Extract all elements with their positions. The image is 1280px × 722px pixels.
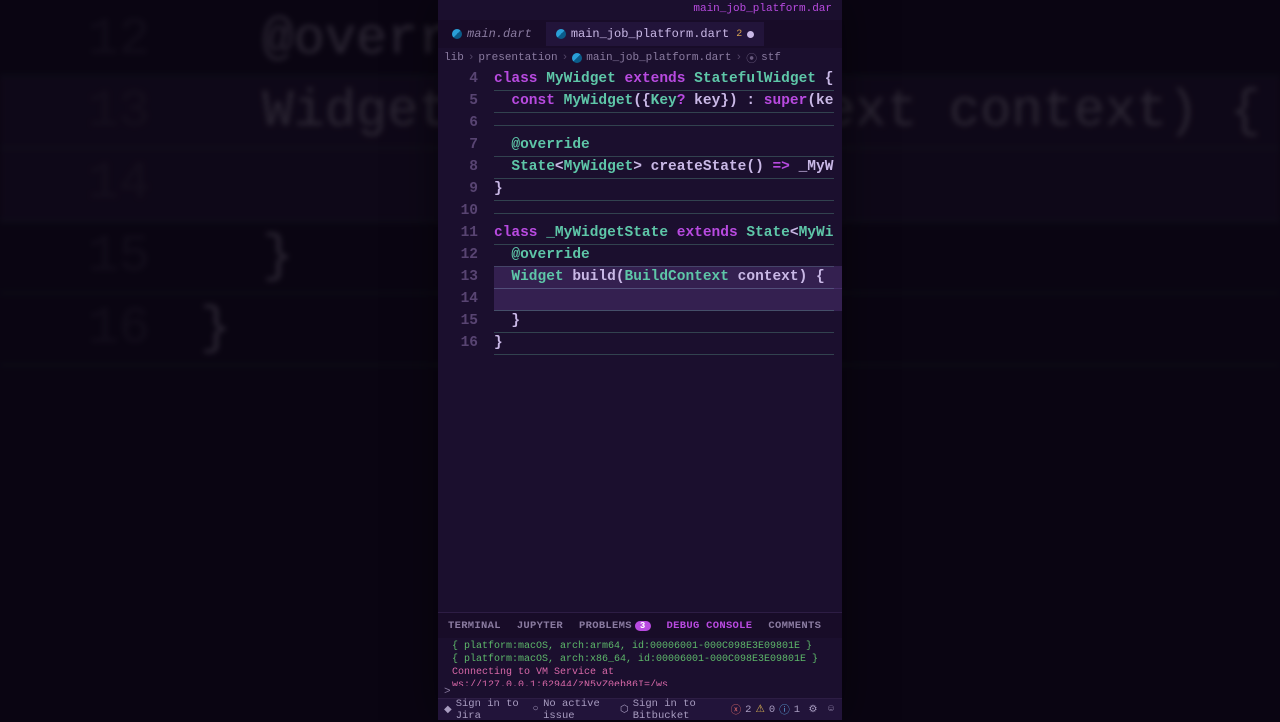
panel-tabs: TERMINAL JUPYTER PROBLEMS3 DEBUG CONSOLE COM…: [438, 612, 842, 638]
crumb-segment[interactable]: stf: [761, 52, 781, 64]
status-jira[interactable]: ◆ Sign in to Jira: [444, 698, 522, 722]
debug-console[interactable]: { platform:macOS, arch:arm64, id:0000600…: [438, 638, 842, 686]
line-number: 4: [438, 68, 494, 90]
panel-tab-terminal[interactable]: TERMINAL: [448, 620, 501, 632]
info-icon: ⓘ: [779, 702, 790, 717]
code-line[interactable]: 6: [438, 112, 842, 134]
code-line[interactable]: 15 }: [438, 310, 842, 332]
ide-window: main_job_platform.dar main.dart main_job_…: [438, 0, 842, 720]
warning-count: 0: [769, 704, 775, 716]
crumb-segment[interactable]: lib: [444, 52, 464, 64]
tab-main-dart[interactable]: main.dart: [442, 22, 542, 46]
editor-tabs: main.dart main_job_platform.dart 2: [438, 20, 842, 48]
symbol-icon: ⦿: [746, 50, 757, 66]
line-number: 14: [438, 288, 494, 310]
chevron-right-icon: ›: [735, 52, 742, 64]
feedback-icon[interactable]: ☺: [826, 705, 836, 715]
dart-icon: [556, 29, 566, 39]
line-number: 6: [438, 112, 494, 134]
jira-icon: ◆: [444, 705, 452, 715]
line-number: 15: [438, 310, 494, 332]
line-number: 16: [438, 332, 494, 354]
code-line[interactable]: 16}: [438, 332, 842, 354]
code-line[interactable]: 8 State<MyWidget> createState() => _MyW: [438, 156, 842, 178]
window-title: main_job_platform.dar: [438, 0, 842, 20]
code-line[interactable]: 11class _MyWidgetState extends State<MyW…: [438, 222, 842, 244]
status-jira-label: Sign in to Jira: [456, 698, 522, 722]
status-bitbucket[interactable]: ⬡ Sign in to Bitbucket: [620, 698, 721, 722]
line-number: 7: [438, 134, 494, 156]
code-editor[interactable]: 4class MyWidget extends StatefulWidget {…: [438, 68, 842, 612]
status-bitbucket-label: Sign in to Bitbucket: [633, 698, 721, 722]
line-number: 12: [438, 244, 494, 266]
code-line[interactable]: 9}: [438, 178, 842, 200]
bell-icon[interactable]: ⚙: [808, 705, 818, 715]
info-count: 1: [794, 704, 800, 716]
status-issue[interactable]: ○ No active issue: [532, 698, 610, 722]
breadcrumb[interactable]: lib›presentation›main_job_platform.dart›…: [438, 48, 842, 68]
tab-label: main.dart: [467, 27, 532, 41]
code-line[interactable]: 14: [438, 288, 842, 310]
dirty-indicator-icon: [747, 31, 754, 38]
status-bar: ◆ Sign in to Jira ○ No active issue ⬡ Si…: [438, 698, 842, 720]
code-line[interactable]: 12 @override: [438, 244, 842, 266]
line-number: 11: [438, 222, 494, 244]
console-line: { platform:macOS, arch:x86_64, id:000060…: [452, 653, 832, 666]
error-icon: ⓧ: [731, 702, 742, 717]
console-line: Connecting to VM Service at ws://127.0.0…: [452, 666, 832, 686]
chevron-right-icon: ›: [562, 52, 569, 64]
crumb-segment[interactable]: presentation: [478, 52, 557, 64]
problems-badge: 3: [635, 621, 651, 631]
line-number: 10: [438, 200, 494, 222]
issue-icon: ○: [532, 705, 539, 715]
dart-icon: [452, 29, 462, 39]
panel-tab-jupyter[interactable]: JUPYTER: [517, 620, 563, 632]
line-number: 9: [438, 178, 494, 200]
error-count: 2: [745, 704, 751, 716]
tab-badge: 2: [736, 29, 742, 40]
tab-main_job_platform-dart[interactable]: main_job_platform.dart 2: [546, 22, 764, 46]
code-line[interactable]: 7 @override: [438, 134, 842, 156]
panel-tab-debug-console[interactable]: DEBUG CONSOLE: [667, 620, 753, 632]
console-prompt[interactable]: >: [438, 686, 842, 698]
line-number: 8: [438, 156, 494, 178]
chevron-right-icon: ›: [468, 52, 475, 64]
bitbucket-icon: ⬡: [620, 705, 629, 715]
code-line[interactable]: 4class MyWidget extends StatefulWidget {: [438, 68, 842, 90]
panel-tab-comments[interactable]: COMMENTS: [768, 620, 821, 632]
code-line[interactable]: 10: [438, 200, 842, 222]
tab-label: main_job_platform.dart: [571, 27, 729, 41]
status-problems[interactable]: ⓧ2 ⚠ 0 ⓘ 1: [731, 702, 800, 717]
status-issue-label: No active issue: [543, 698, 610, 722]
line-number: 5: [438, 90, 494, 112]
crumb-segment[interactable]: main_job_platform.dart: [586, 52, 731, 64]
panel-tab-problems[interactable]: PROBLEMS3: [579, 620, 651, 632]
console-line: { platform:macOS, arch:arm64, id:0000600…: [452, 640, 832, 653]
line-number: 13: [438, 266, 494, 288]
code-line[interactable]: 13 Widget build(BuildContext context) {: [438, 266, 842, 288]
dart-icon: [572, 53, 582, 63]
code-line[interactable]: 5 const MyWidget({Key? key}) : super(ke: [438, 90, 842, 112]
warning-icon: ⚠: [755, 703, 764, 716]
